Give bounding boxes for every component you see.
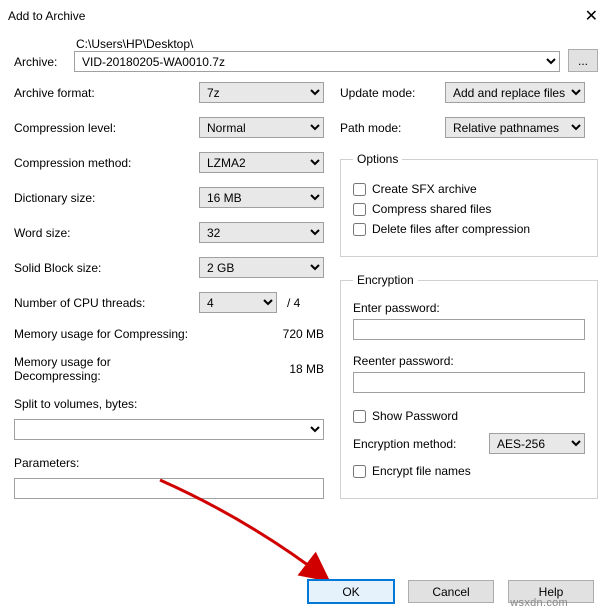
mem-decomp-value: 18 MB xyxy=(199,362,324,376)
delete-checkbox[interactable] xyxy=(353,223,366,236)
threads-label: Number of CPU threads: xyxy=(14,296,199,310)
encrypt-names-checkbox[interactable] xyxy=(353,465,366,478)
watermark: wsxdn.com xyxy=(510,597,568,609)
split-label: Split to volumes, bytes: xyxy=(14,397,324,411)
threads-select[interactable]: 4 xyxy=(199,292,277,313)
level-label: Compression level: xyxy=(14,121,199,135)
path-label: Path mode: xyxy=(340,121,445,135)
enter-pw-label: Enter password: xyxy=(353,301,585,315)
word-label: Word size: xyxy=(14,226,199,240)
close-icon[interactable]: ✕ xyxy=(581,6,602,26)
reenter-pw-label: Reenter password: xyxy=(353,354,585,368)
archive-filename-select[interactable]: VID-20180205-WA0010.7z xyxy=(74,51,560,72)
enc-method-label: Encryption method: xyxy=(353,437,456,451)
cancel-button[interactable]: Cancel xyxy=(408,580,494,603)
show-pw-label: Show Password xyxy=(372,409,458,423)
reenter-pw-input[interactable] xyxy=(353,372,585,393)
enc-method-select[interactable]: AES-256 xyxy=(489,433,585,454)
update-label: Update mode: xyxy=(340,86,445,100)
encrypt-names-label: Encrypt file names xyxy=(372,464,471,478)
dict-label: Dictionary size: xyxy=(14,191,199,205)
mem-comp-label: Memory usage for Compressing: xyxy=(14,327,199,341)
threads-total: / 4 xyxy=(287,296,300,310)
options-legend: Options xyxy=(353,152,402,166)
dict-select[interactable]: 16 MB xyxy=(199,187,324,208)
archive-path: C:\Users\HP\Desktop\ xyxy=(74,37,560,51)
mem-decomp-label: Memory usage for Decompressing: xyxy=(14,355,199,383)
archive-label: Archive: xyxy=(14,55,66,72)
update-select[interactable]: Add and replace files xyxy=(445,82,585,103)
params-label: Parameters: xyxy=(14,456,324,470)
sfx-checkbox[interactable] xyxy=(353,183,366,196)
level-select[interactable]: Normal xyxy=(199,117,324,138)
word-select[interactable]: 32 xyxy=(199,222,324,243)
titlebar: Add to Archive ✕ xyxy=(0,0,612,31)
path-select[interactable]: Relative pathnames xyxy=(445,117,585,138)
options-group: Options Create SFX archive Compress shar… xyxy=(340,152,598,257)
window-title: Add to Archive xyxy=(8,9,85,23)
block-label: Solid Block size: xyxy=(14,261,199,275)
ok-button[interactable]: OK xyxy=(308,580,394,603)
delete-label: Delete files after compression xyxy=(372,222,530,236)
block-select[interactable]: 2 GB xyxy=(199,257,324,278)
format-select[interactable]: 7z xyxy=(199,82,324,103)
browse-button[interactable]: ... xyxy=(568,49,598,72)
format-label: Archive format: xyxy=(14,86,199,100)
mem-comp-value: 720 MB xyxy=(199,327,324,341)
split-select[interactable] xyxy=(14,419,324,440)
enter-pw-input[interactable] xyxy=(353,319,585,340)
shared-checkbox[interactable] xyxy=(353,203,366,216)
params-input[interactable] xyxy=(14,478,324,499)
sfx-label: Create SFX archive xyxy=(372,182,477,196)
encryption-group: Encryption Enter password: Reenter passw… xyxy=(340,273,598,499)
method-select[interactable]: LZMA2 xyxy=(199,152,324,173)
shared-label: Compress shared files xyxy=(372,202,491,216)
show-pw-checkbox[interactable] xyxy=(353,410,366,423)
method-label: Compression method: xyxy=(14,156,199,170)
encryption-legend: Encryption xyxy=(353,273,418,287)
